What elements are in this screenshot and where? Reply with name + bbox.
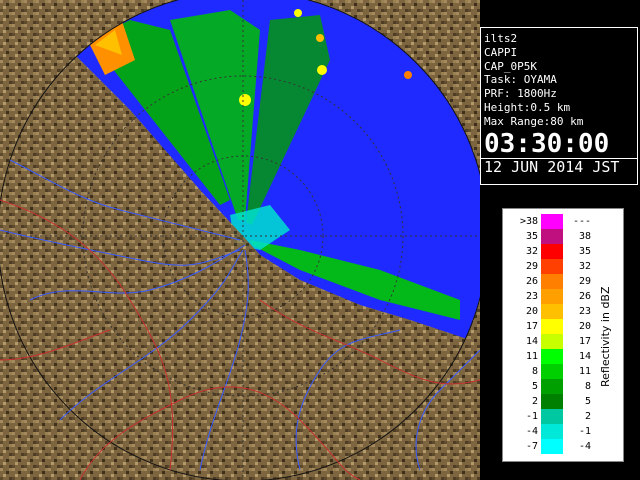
legend-row: 25	[503, 394, 598, 409]
info-product-name: CAP_0P5K	[484, 59, 537, 73]
legend-row: 23 26	[503, 289, 598, 304]
legend-swatch	[541, 229, 563, 244]
legend-lower-value: 17	[525, 321, 538, 332]
legend-upper-value: 29	[578, 276, 591, 287]
legend-upper-value: 8	[584, 381, 591, 392]
legend-row: 11 14	[503, 349, 598, 364]
legend-lower-value: 32	[525, 246, 538, 257]
legend-swatch	[541, 364, 563, 379]
legend-swatch	[541, 349, 563, 364]
legend-upper-value: 26	[578, 291, 591, 302]
legend-upper-value: 23	[578, 306, 591, 317]
legend-row: 29 32	[503, 259, 598, 274]
radar-map[interactable]	[0, 0, 480, 480]
legend-upper-value: -1	[578, 426, 591, 437]
legend-swatch	[541, 319, 563, 334]
scan-info-panel: ilts2 CAPPI CAP_0P5K Task: OYAMA PRF: 18…	[480, 27, 638, 185]
legend-upper-value: 38	[578, 231, 591, 242]
legend-row: -1 2	[503, 409, 598, 424]
legend-lower-value: >38	[519, 216, 538, 227]
legend-upper-value: 11	[578, 366, 591, 377]
legend-swatch	[541, 304, 563, 319]
legend-lower-value: -7	[525, 441, 538, 452]
legend-row: -4 -1	[503, 424, 598, 439]
legend-lower-value: 23	[525, 291, 538, 302]
legend-row: >38 ---	[503, 214, 598, 229]
info-max-range: Max Range:80 km	[484, 114, 584, 128]
legend-row: 35 38	[503, 229, 598, 244]
legend-upper-value: 2	[584, 411, 591, 422]
legend-swatch	[541, 244, 563, 259]
legend-row: 20 23	[503, 304, 598, 319]
legend-lower-value: 35	[525, 231, 538, 242]
legend-swatch	[541, 274, 563, 289]
legend-upper-value: 17	[578, 336, 591, 347]
legend-lower-value: 8	[531, 366, 538, 377]
legend-row: -7 -4	[503, 439, 598, 454]
scan-date: 12 JUN 2014 JST	[481, 157, 637, 175]
info-task: Task: OYAMA	[484, 73, 557, 87]
legend-upper-value: 14	[578, 351, 591, 362]
legend-lower-value: -1	[525, 411, 538, 422]
legend-swatch	[541, 409, 563, 424]
legend-upper-value: -4	[578, 441, 591, 452]
legend-upper-value: ---	[572, 216, 591, 227]
legend-upper-value: 20	[578, 321, 591, 332]
legend-lower-value: 26	[525, 276, 538, 287]
legend-swatch	[541, 394, 563, 409]
legend-swatch	[541, 379, 563, 394]
legend-lower-value: 5	[531, 381, 538, 392]
legend-row: 58	[503, 379, 598, 394]
legend-lower-value: 29	[525, 261, 538, 272]
legend-upper-value: 35	[578, 246, 591, 257]
info-height: Height:0.5 km	[484, 100, 571, 114]
info-prf: PRF: 1800Hz	[484, 87, 557, 101]
legend-lower-value: 20	[525, 306, 538, 317]
legend-lower-value: -4	[525, 426, 538, 437]
legend-lower-value: 14	[525, 336, 538, 347]
legend-row: 26 29	[503, 274, 598, 289]
legend-upper-value: 5	[584, 396, 591, 407]
legend-row: 17 20	[503, 319, 598, 334]
legend-lower-value: 2	[531, 396, 538, 407]
legend-swatch	[541, 424, 563, 439]
info-product-id: ilts2	[484, 32, 518, 45]
legend-swatch	[541, 334, 563, 349]
legend-swatch	[541, 289, 563, 304]
legend-upper-value: 32	[578, 261, 591, 272]
legend-title: Reflectivity in dBZ	[599, 286, 612, 388]
legend-swatch	[541, 214, 563, 229]
scan-time: 03:30:00	[484, 128, 610, 159]
legend-swatch	[541, 439, 563, 454]
legend-row: 14 17	[503, 334, 598, 349]
legend-swatch	[541, 259, 563, 274]
legend-row: 32 35	[503, 244, 598, 259]
info-product-type: CAPPI	[484, 45, 518, 59]
legend-lower-value: 11	[525, 351, 538, 362]
color-legend: >38 --- 35 38 32 35 29 32 26 29 23 26 20 23 17 20 14 17 11…	[502, 208, 624, 462]
legend-row: 8 11	[503, 364, 598, 379]
